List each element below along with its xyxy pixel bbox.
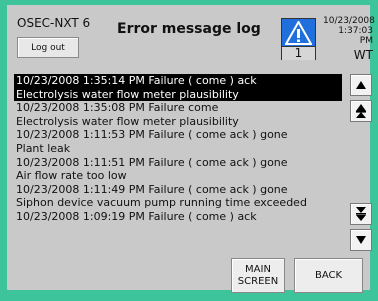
message-line-date[interactable]: 10/23/2008 1:11:51 PM Failure ( come ack… (14, 156, 342, 170)
message-line-date[interactable]: 10/23/2008 1:35:08 PM Failure come (14, 101, 342, 115)
message-line-date[interactable]: 10/23/2008 1:09:19 PM Failure ( come ) a… (14, 210, 342, 224)
main-screen-label-line2: SCREEN (237, 275, 279, 287)
scroll-down-button[interactable] (350, 229, 372, 251)
main-panel: OSEC-NXT 6 Log out Error message log 1 1… (7, 5, 375, 293)
alarm-icon-background (282, 19, 315, 46)
message-line-text[interactable]: Electrolysis water flow meter plausibili… (14, 115, 342, 129)
station-name: OSEC-NXT 6 (17, 16, 91, 30)
alarm-count: 1 (282, 46, 315, 60)
back-button[interactable]: BACK (294, 258, 363, 293)
time-display: 1:37:03 PM (338, 26, 373, 46)
message-line-text[interactable]: Electrolysis water flow meter plausibili… (14, 87, 342, 102)
warning-triangle-icon (285, 21, 312, 45)
arrow-down-icon (356, 236, 366, 244)
logout-button[interactable]: Log out (17, 37, 79, 58)
message-line-text[interactable]: Air flow rate too low (14, 169, 342, 183)
scroll-up-button[interactable] (350, 74, 372, 96)
message-line-text[interactable]: Plant leak (14, 142, 342, 156)
message-line-date[interactable]: 10/23/2008 1:11:53 PM Failure ( come ack… (14, 128, 342, 142)
date-display: 10/23/2008 (323, 16, 375, 26)
message-line-date[interactable]: 10/23/2008 1:11:49 PM Failure ( come ack… (14, 183, 342, 197)
page-title: Error message log (117, 21, 261, 37)
main-screen-label-line1: MAIN (245, 263, 271, 275)
page-down-button[interactable] (350, 203, 372, 225)
double-arrow-down-icon (356, 207, 366, 221)
alarm-indicator-button[interactable]: 1 (281, 18, 316, 60)
page-up-button[interactable] (350, 100, 372, 122)
message-line-date[interactable]: 10/23/2008 1:35:14 PM Failure ( come ) a… (14, 74, 342, 88)
message-list[interactable]: 10/23/2008 1:35:14 PM Failure ( come ) a… (14, 74, 342, 274)
main-screen-button[interactable]: MAIN SCREEN (231, 258, 285, 293)
datetime-display: 10/23/2008 1:37:03 PM WT (323, 16, 375, 62)
user-display: WT (353, 48, 373, 62)
double-arrow-up-icon (356, 104, 366, 118)
arrow-up-icon (356, 81, 366, 89)
message-line-text[interactable]: Siphon device vacuum pump running time e… (14, 196, 342, 210)
